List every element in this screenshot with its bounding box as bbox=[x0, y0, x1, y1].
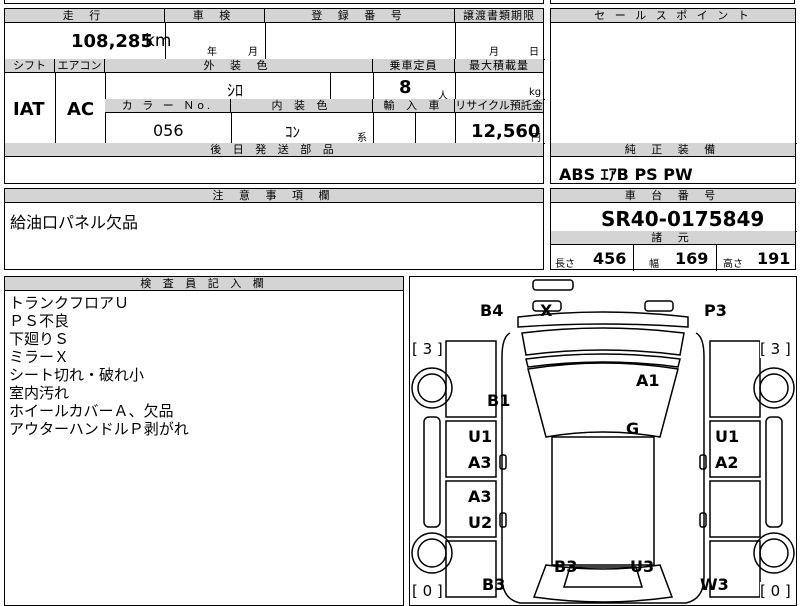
damage-label: A2 bbox=[715, 453, 739, 472]
width-value: 169 bbox=[675, 249, 709, 268]
length-label: 長さ bbox=[555, 259, 575, 270]
aircon-value: AC bbox=[67, 99, 95, 120]
transfer-month-label: 月 bbox=[489, 47, 499, 58]
transfer-deadline-header: 譲渡書類期限 bbox=[455, 9, 543, 23]
sales-point-panel: セ ー ル ス ポ イ ン ト 純 正 装 備 ABS ｴｱB PS PW bbox=[550, 8, 797, 184]
tire-rear-right-tread: [ 0 ] bbox=[760, 582, 791, 600]
capacity-header: 乗車定員 bbox=[373, 59, 455, 73]
color-no-value: 056 bbox=[153, 121, 184, 140]
inspector-line: 下廻りＳ bbox=[9, 330, 70, 348]
top-cut-strip-right bbox=[550, 0, 795, 4]
capacity-value: 8 bbox=[399, 77, 412, 98]
inspector-line: アウターハンドルＰ剥がれ bbox=[9, 420, 189, 438]
equipment-value: ABS ｴｱB PS PW bbox=[559, 165, 693, 184]
interior-color-value: ｺﾝ bbox=[285, 123, 301, 141]
exterior-color-header: 外 装 色 bbox=[105, 59, 373, 73]
notes-panel: 注 意 事 項 欄 給油口パネル欠品 bbox=[4, 188, 544, 270]
specs-header: 諸 元 bbox=[551, 231, 795, 245]
recycle-fee-unit: 円 bbox=[531, 133, 541, 144]
inspector-line: トランクフロアＵ bbox=[9, 294, 130, 312]
mileage-unit: km bbox=[145, 31, 172, 51]
damage-label: U1 bbox=[715, 427, 740, 446]
color-no-header: カ ラ ー Ｎo. bbox=[105, 99, 231, 113]
width-label: 幅 bbox=[649, 259, 659, 270]
after-parts-header: 後 日 発 送 部 品 bbox=[5, 143, 543, 157]
mileage-header: 走 行 bbox=[5, 9, 165, 23]
equipment-header: 純 正 装 備 bbox=[551, 143, 795, 157]
inspection-month-label: 月 bbox=[248, 47, 258, 58]
height-value: 191 bbox=[757, 249, 791, 268]
notes-header: 注 意 事 項 欄 bbox=[5, 189, 543, 203]
inspector-notes-list: トランクフロアＵ ＰＳ不良 下廻りＳ ミラーＸ シート切れ・破れ小 室内汚れ ホ… bbox=[9, 294, 189, 438]
inspector-line: 室内汚れ bbox=[9, 384, 70, 402]
mileage-value: 108,285 bbox=[71, 31, 153, 52]
import-header: 輸 入 車 bbox=[373, 99, 455, 113]
aircon-header: エアコン bbox=[55, 59, 105, 73]
transfer-day-label: 日 bbox=[529, 47, 539, 58]
damage-label: W3 bbox=[700, 575, 729, 594]
damage-label: U1 bbox=[468, 427, 493, 446]
damage-label: A3 bbox=[468, 453, 492, 472]
damage-label: U2 bbox=[468, 513, 493, 532]
tire-front-left-tread: [ 3 ] bbox=[412, 340, 443, 358]
interior-color-header: 内 装 色 bbox=[231, 99, 373, 113]
inspector-header: 検 査 員 記 入 欄 bbox=[5, 277, 403, 291]
damage-label: A3 bbox=[468, 487, 492, 506]
damage-label: G bbox=[626, 419, 640, 438]
chassis-number: SR40-0175849 bbox=[601, 207, 765, 231]
inspector-line: シート切れ・破れ小 bbox=[9, 366, 145, 384]
tire-front-right-tread: [ 3 ] bbox=[760, 340, 791, 358]
inspector-line: ミラーＸ bbox=[9, 348, 70, 366]
load-unit: kg bbox=[529, 87, 542, 98]
tire-rear-left-tread: [ 0 ] bbox=[412, 582, 443, 600]
shift-value: IAT bbox=[13, 99, 45, 120]
interior-color-suffix: 系 bbox=[357, 133, 367, 144]
damage-label: B3 bbox=[554, 557, 578, 576]
max-load-header: 最大積載量 bbox=[455, 59, 543, 73]
sales-point-header: セ ー ル ス ポ イ ン ト bbox=[551, 9, 795, 23]
shift-header: シフト bbox=[5, 59, 55, 73]
height-label: 高さ bbox=[723, 259, 743, 270]
inspector-line: ＰＳ不良 bbox=[9, 312, 70, 330]
damage-label: X bbox=[540, 301, 553, 320]
damage-label: B1 bbox=[487, 391, 511, 410]
inspection-year-label: 年 bbox=[207, 47, 217, 58]
notes-text: 給油口パネル欠品 bbox=[10, 213, 139, 232]
inspection-header: 車 検 bbox=[165, 9, 265, 23]
exterior-color-value: ｼﾛ bbox=[227, 81, 244, 100]
inspector-panel: 検 査 員 記 入 欄 トランクフロアＵ ＰＳ不良 下廻りＳ ミラーＸ シート切… bbox=[4, 276, 404, 606]
damage-label: A1 bbox=[636, 371, 660, 390]
top-cut-strip bbox=[4, 0, 544, 4]
damage-label: B3 bbox=[482, 575, 506, 594]
damage-label: P3 bbox=[704, 301, 727, 320]
length-value: 456 bbox=[593, 249, 627, 268]
car-damage-diagram: B4 X P3 A1 B1 G U1 A3 U1 A2 A3 U2 B3 U3 … bbox=[409, 276, 797, 606]
inspector-line: ホイールカバーＡ、欠品 bbox=[9, 402, 174, 420]
damage-label: U3 bbox=[630, 557, 655, 576]
recycle-fee-header: リサイクル預託金 bbox=[455, 99, 543, 113]
chassis-panel: 車 台 番 号 SR40-0175849 諸 元 長さ 456 幅 169 高さ… bbox=[550, 188, 797, 271]
damage-label: B4 bbox=[480, 301, 504, 320]
chassis-header: 車 台 番 号 bbox=[551, 189, 795, 203]
vehicle-info-table: 走 行 車 検 登 録 番 号 譲渡書類期限 108,285 km 年 月 月 … bbox=[4, 8, 545, 184]
registration-header: 登 録 番 号 bbox=[265, 9, 455, 23]
